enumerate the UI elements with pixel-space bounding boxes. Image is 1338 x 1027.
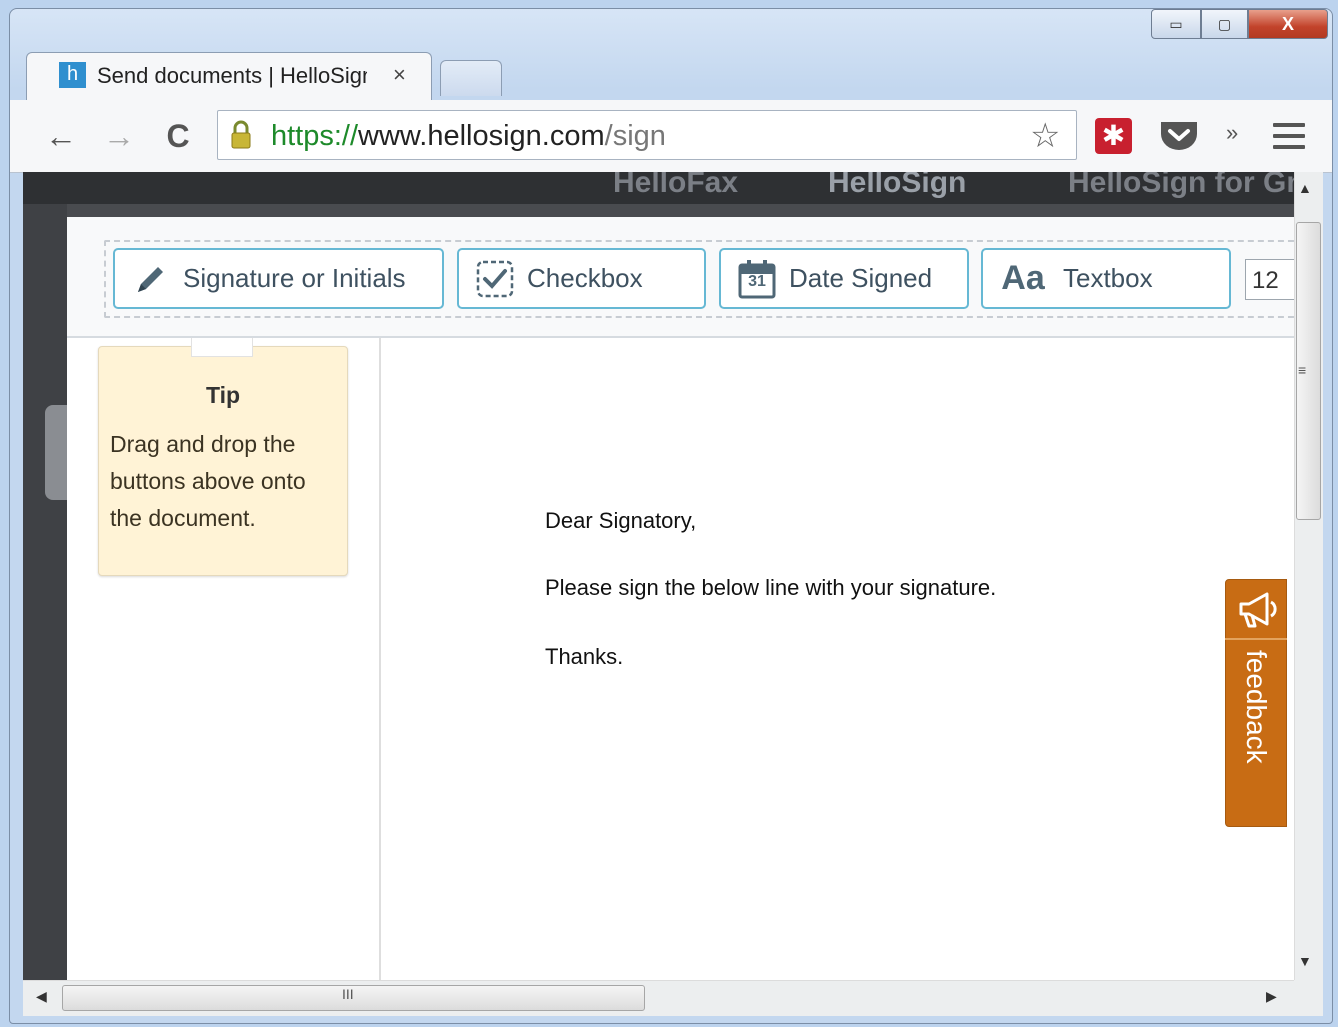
- document-page[interactable]: [381, 338, 1294, 980]
- chevron-overflow-icon[interactable]: »: [1226, 120, 1238, 146]
- site-nav-hellofax[interactable]: HelloFax: [613, 172, 738, 200]
- maximize-icon: ▢: [1217, 15, 1232, 32]
- site-nav-hellosign[interactable]: HelloSign: [828, 172, 966, 200]
- site-nav-hellosign-gmail[interactable]: HelloSign for Gmail: [1068, 172, 1294, 200]
- url-path: /sign: [604, 120, 666, 152]
- url-text: https://www.hellosign.com/sign: [271, 118, 666, 154]
- feedback-divider: [1225, 638, 1287, 640]
- scroll-left-arrow-icon[interactable]: ◀: [36, 988, 47, 1005]
- textbox-tool-label: Textbox: [1063, 263, 1153, 293]
- text-icon: Aa: [1001, 259, 1045, 297]
- letter-instruction: Please sign the below line with your sig…: [545, 575, 997, 600]
- reload-icon: C: [166, 118, 190, 154]
- textbox-tool-button[interactable]: Aa Textbox: [981, 248, 1231, 309]
- close-window-button[interactable]: X: [1248, 9, 1328, 39]
- url-host: www.hellosign.com: [358, 120, 605, 152]
- scroll-right-arrow-icon[interactable]: ▶: [1266, 988, 1277, 1005]
- star-icon[interactable]: ☆: [1030, 116, 1060, 156]
- back-button[interactable]: ←: [41, 116, 81, 156]
- site-nav-bar: HelloFax HelloSign HelloSign for Gmail: [23, 172, 1294, 204]
- tab-title: Send documents | HelloSign: [97, 63, 367, 88]
- feedback-label: feedback: [1241, 650, 1272, 764]
- scrollbar-corner: [1294, 980, 1323, 1016]
- font-size-select[interactable]: 12: [1245, 259, 1295, 300]
- scroll-down-arrow-icon[interactable]: ▼: [1298, 953, 1312, 969]
- close-icon: X: [1281, 13, 1294, 34]
- calendar-icon: 31: [735, 257, 779, 301]
- megaphone-icon: [1239, 592, 1277, 628]
- signature-tool-label: Signature or Initials: [183, 263, 406, 293]
- back-arrow-icon: ←: [45, 118, 77, 154]
- date-signed-tool-label: Date Signed: [789, 263, 933, 293]
- left-gutter: [23, 204, 67, 980]
- minimize-icon: ▭: [1169, 15, 1183, 32]
- calendar-day-text: 31: [748, 272, 766, 290]
- tab-close-icon[interactable]: ×: [393, 62, 413, 88]
- maximize-button[interactable]: ▢: [1201, 9, 1248, 39]
- lock-icon: [231, 120, 251, 149]
- reload-button[interactable]: C: [158, 116, 198, 156]
- side-panel-handle[interactable]: [45, 405, 67, 500]
- pencil-icon: [129, 257, 173, 301]
- tip-pointer: [191, 338, 253, 357]
- checkbox-icon: [473, 257, 517, 301]
- tip-title: Tip: [205, 382, 241, 408]
- minimize-button[interactable]: ▭: [1151, 9, 1201, 39]
- date-signed-tool-button[interactable]: 31 Date Signed: [719, 248, 969, 309]
- scroll-up-arrow-icon[interactable]: ▲: [1298, 180, 1312, 196]
- letter-closing: Thanks.: [545, 644, 624, 669]
- checkbox-tool-button[interactable]: Checkbox: [457, 248, 706, 309]
- menu-icon[interactable]: [1273, 118, 1305, 154]
- forward-button[interactable]: →: [99, 116, 139, 156]
- new-tab-button[interactable]: [440, 60, 502, 96]
- letter-greeting: Dear Signatory,: [545, 508, 697, 533]
- pocket-icon[interactable]: [1158, 118, 1200, 154]
- signature-tool-button[interactable]: Signature or Initials: [113, 248, 444, 309]
- forward-arrow-icon: →: [103, 118, 135, 154]
- checkbox-tool-label: Checkbox: [527, 263, 643, 293]
- tip-body: Drag and drop the buttons above onto the…: [110, 431, 306, 531]
- horizontal-grip-icon: III: [342, 986, 354, 1002]
- url-scheme: https://: [271, 120, 359, 152]
- hellosign-favicon-icon: h: [59, 62, 86, 88]
- lastpass-icon[interactable]: ✱: [1095, 118, 1132, 154]
- vertical-grip-icon: ≡: [1298, 362, 1307, 378]
